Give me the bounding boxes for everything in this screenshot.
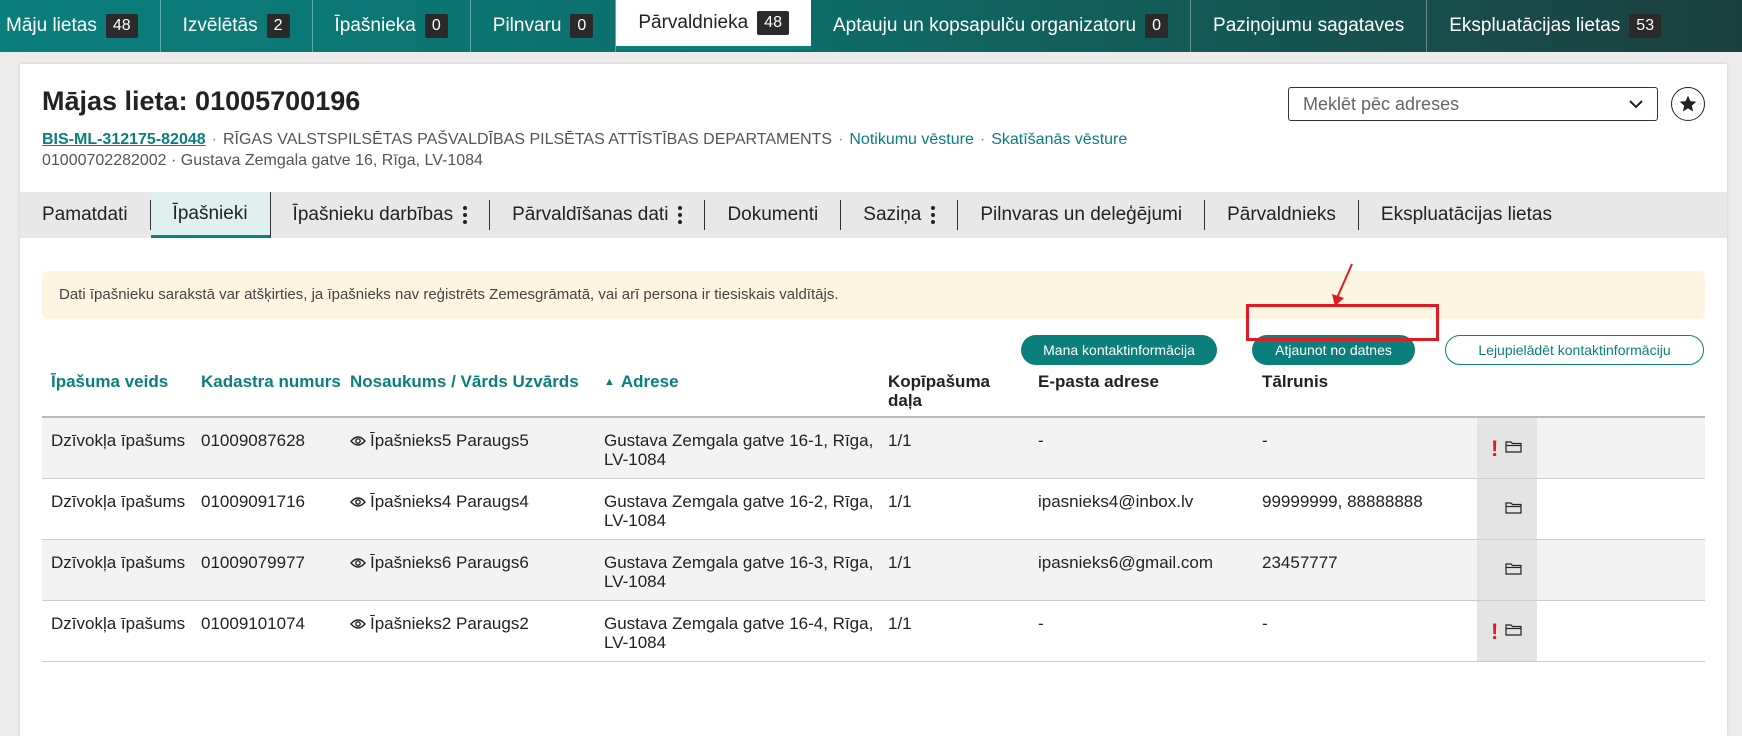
cell-email: ipasnieks6@gmail.com	[1038, 553, 1214, 572]
table-header: Īpašuma veids Kadastra numurs Nosaukums …	[42, 362, 1705, 418]
nav-maju-lietas[interactable]: Māju lietas 48	[0, 0, 161, 52]
nav-pilnvaru[interactable]: Pilnvaru 0	[471, 0, 617, 52]
nav-parvaldnieka[interactable]: Pārvaldnieka 48	[616, 0, 811, 50]
nav-label: Aptauju un kopsapulču organizatoru	[832, 15, 1137, 36]
cell-name[interactable]: Īpašnieks2 Paraugs2	[350, 614, 529, 633]
table-row[interactable]: Dzīvokļa īpašums 01009079977 Īpašnieks6 …	[42, 540, 1705, 601]
nav-pazinojumu-sagataves[interactable]: Paziņojumu sagataves	[1191, 0, 1428, 52]
cell-address: Gustava Zemgala gatve 16-2, Rīga, LV-108…	[604, 492, 874, 530]
table-row[interactable]: Dzīvokļa īpašums 01009087628 Īpašnieks5 …	[42, 418, 1705, 479]
row-actions: !	[1477, 418, 1537, 478]
warning-icon: !	[1491, 436, 1499, 461]
eye-icon	[350, 558, 366, 568]
cell-phone: -	[1262, 614, 1268, 633]
row-actions	[1477, 540, 1537, 600]
nav-count-badge: 2	[266, 14, 290, 38]
owner-name: Īpašnieks6 Paraugs6	[370, 553, 529, 572]
cell-type: Dzīvokļa īpašums	[51, 614, 186, 633]
cell-email: -	[1038, 431, 1044, 450]
col-phone-header: Tālrunis	[1262, 372, 1329, 391]
cell-phone: 23457777	[1262, 553, 1338, 572]
cell-share: 1/1	[888, 431, 912, 450]
cell-name[interactable]: Īpašnieks6 Paraugs6	[350, 553, 529, 572]
folder-icon[interactable]	[1505, 440, 1522, 453]
owner-name: Īpašnieks5 Paraugs5	[370, 431, 529, 450]
nav-count-badge: 53	[1629, 14, 1662, 38]
cell-type: Dzīvokļa īpašums	[51, 553, 186, 572]
col-name-header[interactable]: Nosaukums / Vārds Uzvārds	[350, 372, 579, 392]
cell-email: ipasnieks4@inbox.lv	[1038, 492, 1194, 511]
col-address-header[interactable]: ▲ Adrese	[604, 372, 679, 392]
cell-name[interactable]: Īpašnieks4 Paraugs4	[350, 492, 529, 511]
cell-cadastre: 01009101074	[201, 614, 306, 633]
nav-ekspluatacijas-lietas[interactable]: Ekspluatācijas lietas 53	[1427, 0, 1683, 52]
owner-name: Īpašnieks2 Paraugs2	[370, 614, 529, 633]
cell-cadastre: 01009087628	[201, 431, 306, 450]
nav-label: Māju lietas	[6, 15, 97, 36]
col-share-header: Kopīpašuma daļa	[888, 372, 991, 410]
nav-label: Pārvaldnieka	[638, 12, 749, 33]
nav-label: Ekspluatācijas lietas	[1449, 15, 1621, 36]
nav-label: Pilnvaru	[492, 15, 562, 36]
nav-izveletas[interactable]: Izvēlētās 2	[161, 0, 313, 52]
cell-cadastre: 01009079977	[201, 553, 306, 572]
folder-icon[interactable]	[1505, 562, 1522, 575]
folder-icon[interactable]	[1505, 501, 1522, 514]
eye-icon	[350, 497, 366, 507]
cell-cadastre: 01009091716	[201, 492, 306, 511]
nav-count-badge: 48	[105, 14, 138, 38]
eye-icon	[350, 436, 366, 446]
col-type-header[interactable]: Īpašuma veids	[51, 372, 168, 392]
owner-name: Īpašnieks4 Paraugs4	[370, 492, 529, 511]
nav-count-badge: 0	[1145, 14, 1169, 38]
cell-type: Dzīvokļa īpašums	[51, 492, 186, 511]
warning-icon: !	[1491, 619, 1499, 644]
cell-type: Dzīvokļa īpašums	[51, 431, 186, 450]
nav-count-badge: 0	[570, 14, 594, 38]
eye-icon	[350, 619, 366, 629]
cell-phone: 99999999, 88888888	[1262, 492, 1423, 511]
table-row[interactable]: Dzīvokļa īpašums 01009091716 Īpašnieks4 …	[42, 479, 1705, 540]
row-actions: !	[1477, 601, 1537, 661]
sort-asc-icon: ▲	[604, 376, 615, 388]
cell-address: Gustava Zemgala gatve 16-3, Rīga, LV-108…	[604, 553, 874, 591]
cell-share: 1/1	[888, 553, 912, 572]
cell-phone: -	[1262, 431, 1268, 450]
nav-label: Izvēlētās	[182, 15, 258, 36]
col-cadastre-header[interactable]: Kadastra numurs	[201, 372, 341, 392]
top-navigation: Māju lietas 48 Izvēlētās 2 Īpašnieka 0 Piln…	[0, 0, 1742, 52]
nav-count-badge: 0	[424, 14, 448, 38]
cell-address: Gustava Zemgala gatve 16-1, Rīga, LV-108…	[604, 431, 874, 469]
address-header-label: Adrese	[620, 372, 679, 391]
row-actions	[1477, 479, 1537, 539]
nav-count-badge: 48	[757, 11, 789, 35]
cell-share: 1/1	[888, 614, 912, 633]
nav-label: Paziņojumu sagataves	[1213, 15, 1405, 36]
nav-aptauju-organizatoru[interactable]: Aptauju un kopsapulču organizatoru 0	[811, 0, 1192, 52]
cell-email: -	[1038, 614, 1044, 633]
nav-label: Īpašnieka	[334, 15, 416, 36]
col-email-header: E-pasta adrese	[1038, 372, 1159, 391]
nav-ipasnieka[interactable]: Īpašnieka 0	[313, 0, 471, 52]
cell-address: Gustava Zemgala gatve 16-4, Rīga, LV-108…	[604, 614, 874, 652]
cell-share: 1/1	[888, 492, 912, 511]
owners-table: Īpašuma veids Kadastra numurs Nosaukums …	[20, 64, 1727, 736]
cell-name[interactable]: Īpašnieks5 Paraugs5	[350, 431, 529, 450]
folder-icon[interactable]	[1505, 623, 1522, 636]
table-row[interactable]: Dzīvokļa īpašums 01009101074 Īpašnieks2 …	[42, 601, 1705, 662]
